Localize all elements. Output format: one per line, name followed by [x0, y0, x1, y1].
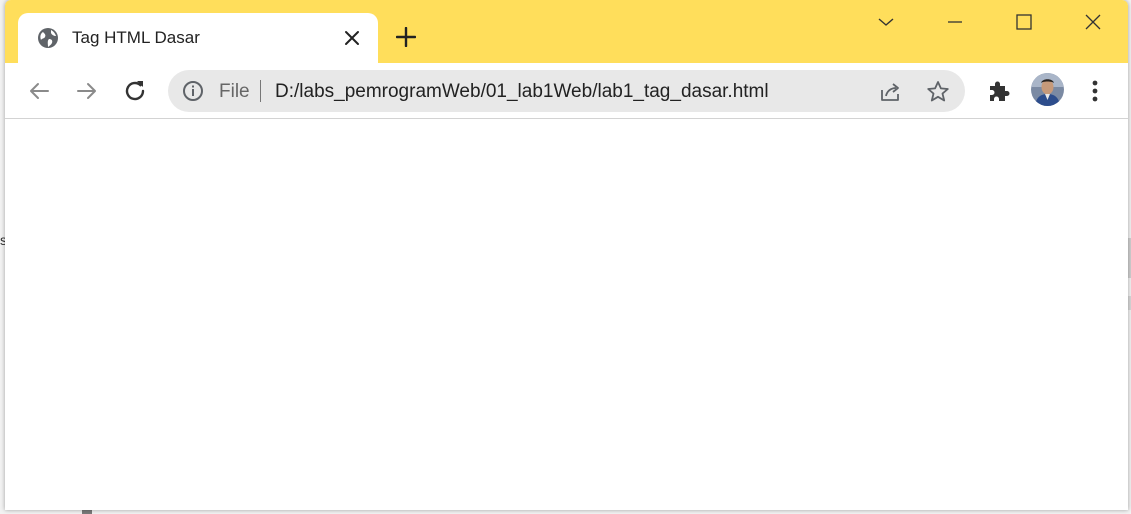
info-icon[interactable] [182, 80, 204, 102]
tab-active[interactable]: Tag HTML Dasar [18, 13, 378, 64]
star-icon[interactable] [925, 79, 951, 105]
globe-icon [38, 28, 58, 48]
close-icon[interactable] [343, 29, 361, 47]
address-bar[interactable]: File D:/labs_pemrogramWeb/01_lab1Web/lab… [168, 70, 965, 112]
kebab-menu-icon[interactable] [1081, 77, 1109, 105]
chevron-down-icon[interactable] [874, 10, 898, 34]
url-scheme-label: File [219, 81, 250, 102]
tab-title: Tag HTML Dasar [72, 28, 200, 47]
avatar[interactable] [1031, 73, 1064, 106]
share-icon[interactable] [877, 79, 903, 105]
maximize-icon[interactable] [1012, 10, 1036, 34]
browser-toolbar: File D:/labs_pemrogramWeb/01_lab1Web/lab… [5, 63, 1128, 119]
profile-photo [1031, 73, 1064, 106]
url-text[interactable]: D:/labs_pemrogramWeb/01_lab1Web/lab1_tag… [275, 81, 769, 103]
reload-icon[interactable] [121, 77, 149, 105]
page-content[interactable] [5, 119, 1128, 510]
plus-icon[interactable] [396, 27, 416, 47]
puzzle-icon[interactable] [985, 77, 1013, 105]
minimize-icon[interactable] [943, 10, 967, 34]
url-divider [260, 80, 261, 102]
window-close-icon[interactable] [1081, 10, 1105, 34]
tab-strip: Tag HTML Dasar [5, 0, 1128, 64]
browser-window: Tag HTML Dasar File D:/labs_pemrogramWeb… [5, 0, 1128, 510]
back-arrow-icon[interactable] [25, 77, 53, 105]
forward-arrow-icon[interactable] [73, 77, 101, 105]
